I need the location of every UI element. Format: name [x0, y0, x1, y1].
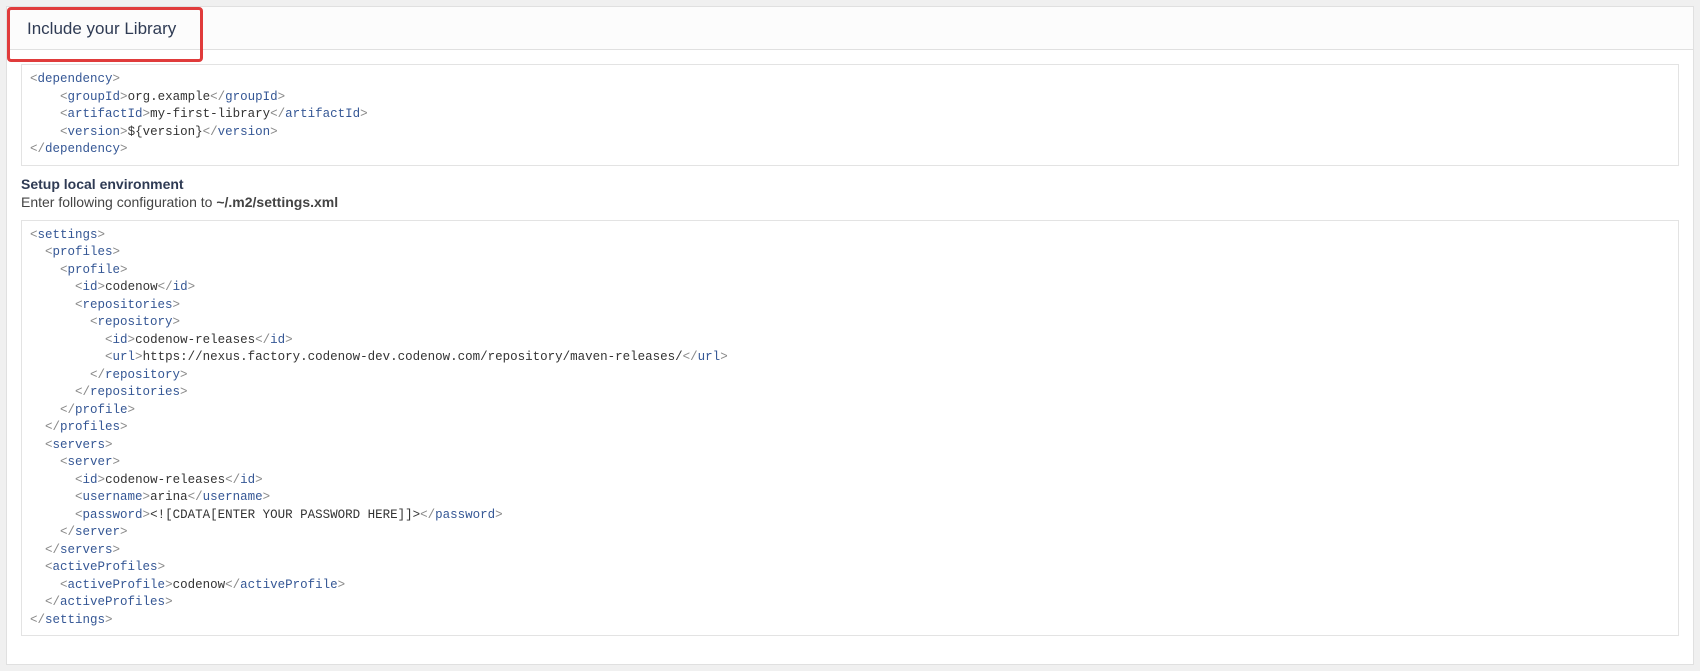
- server-username: arina: [150, 490, 188, 504]
- library-panel: Include your Library <dependency> <group…: [6, 6, 1694, 665]
- dependency-artifactid: my-first-library: [150, 107, 270, 121]
- repository-id: codenow-releases: [135, 333, 255, 347]
- dependency-version: ${version}: [128, 125, 203, 139]
- setup-heading: Setup local environment: [21, 176, 1679, 192]
- profile-id: codenow: [105, 280, 158, 294]
- panel-content: <dependency> <groupId>org.example</group…: [7, 50, 1693, 664]
- server-id: codenow-releases: [105, 473, 225, 487]
- active-profile: codenow: [173, 578, 226, 592]
- server-password: <![CDATA[ENTER YOUR PASSWORD HERE]]>: [150, 508, 420, 522]
- setup-instruction-path: ~/.m2/settings.xml: [216, 194, 338, 210]
- dependency-groupid: org.example: [128, 90, 211, 104]
- setup-instruction: Enter following configuration to ~/.m2/s…: [21, 194, 1679, 210]
- panel-header: Include your Library: [7, 7, 1693, 50]
- panel-title: Include your Library: [27, 19, 176, 38]
- settings-code-block[interactable]: <settings> <profiles> <profile> <id>code…: [21, 220, 1679, 637]
- dependency-code-block[interactable]: <dependency> <groupId>org.example</group…: [21, 64, 1679, 166]
- repository-url: https://nexus.factory.codenow-dev.codeno…: [143, 350, 683, 364]
- setup-instruction-text: Enter following configuration to: [21, 194, 216, 210]
